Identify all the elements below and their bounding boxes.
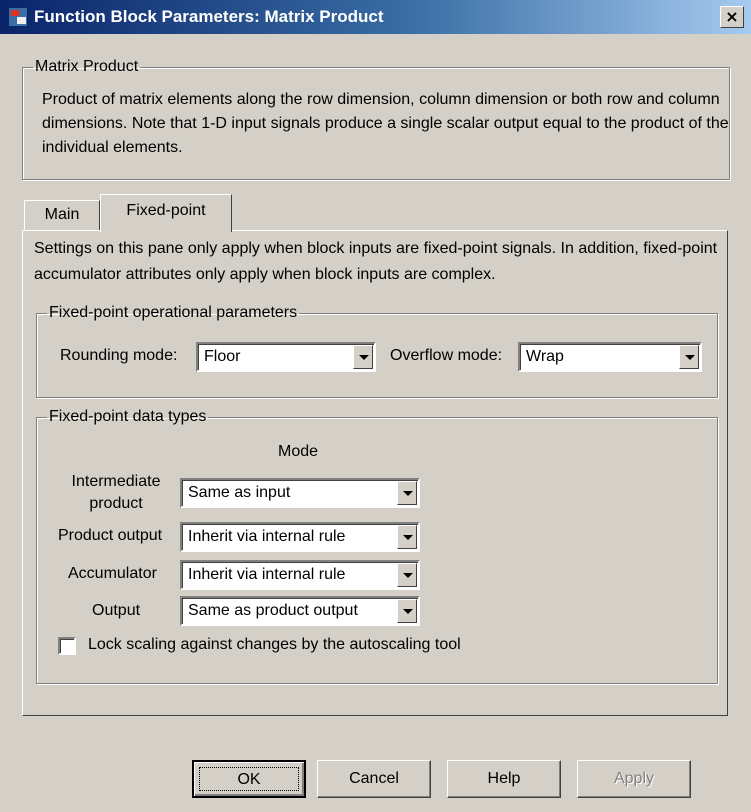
- close-button[interactable]: ×: [720, 6, 744, 28]
- title-bar: Function Block Parameters: Matrix Produc…: [0, 0, 751, 34]
- output-select[interactable]: Same as product output: [180, 596, 420, 626]
- chevron-down-icon[interactable]: [397, 525, 417, 549]
- help-button[interactable]: Help: [447, 760, 561, 798]
- chevron-down-icon[interactable]: [353, 345, 373, 369]
- overflow-mode-value: Wrap: [526, 348, 564, 365]
- overflow-mode-select[interactable]: Wrap: [518, 342, 702, 372]
- chevron-down-icon[interactable]: [397, 481, 417, 505]
- simulink-block-icon: [8, 7, 28, 27]
- intermediate-product-value: Same as input: [188, 484, 291, 501]
- intermediate-product-select[interactable]: Same as input: [180, 478, 420, 508]
- output-value: Same as product output: [188, 602, 358, 619]
- product-output-select[interactable]: Inherit via internal rule: [180, 522, 420, 552]
- block-group-title: Matrix Product: [35, 58, 139, 75]
- lock-scaling-label[interactable]: Lock scaling against changes by the auto…: [88, 636, 461, 654]
- rounding-mode-label: Rounding mode:: [60, 347, 178, 364]
- window-title: Function Block Parameters: Matrix Produc…: [34, 7, 384, 26]
- accumulator-select[interactable]: Inherit via internal rule: [180, 560, 420, 590]
- product-output-value: Inherit via internal rule: [188, 528, 346, 545]
- operational-group-title: Fixed-point operational parameters: [49, 304, 298, 321]
- intermediate-product-label-line1: Intermediate: [71, 473, 161, 490]
- pane-description: Settings on this pane only apply when bl…: [34, 240, 718, 283]
- intermediate-product-label: Intermediate product: [56, 471, 176, 515]
- output-label: Output: [92, 602, 141, 619]
- chevron-down-icon[interactable]: [397, 563, 417, 587]
- rounding-mode-select[interactable]: Floor: [196, 342, 376, 372]
- chevron-down-icon[interactable]: [397, 599, 417, 623]
- ok-button[interactable]: OK: [192, 760, 306, 798]
- lock-scaling-checkbox[interactable]: [58, 637, 76, 655]
- block-description: Product of matrix elements along the row…: [42, 91, 729, 156]
- rounding-mode-value: Floor: [204, 348, 241, 365]
- chevron-down-icon[interactable]: [679, 345, 699, 369]
- cancel-button[interactable]: Cancel: [317, 760, 431, 798]
- apply-button: Apply: [577, 760, 691, 798]
- product-output-label: Product output: [58, 527, 163, 544]
- overflow-mode-label: Overflow mode:: [390, 347, 503, 364]
- ok-button-label: OK: [199, 767, 299, 791]
- tab-main[interactable]: Main: [24, 200, 100, 230]
- mode-column-header: Mode: [278, 443, 319, 460]
- tab-fixed-point[interactable]: Fixed-point: [100, 194, 232, 232]
- accumulator-value: Inherit via internal rule: [188, 566, 346, 583]
- accumulator-label: Accumulator: [68, 565, 157, 582]
- intermediate-product-label-line2: product: [89, 495, 143, 512]
- data-types-group-title: Fixed-point data types: [49, 408, 207, 425]
